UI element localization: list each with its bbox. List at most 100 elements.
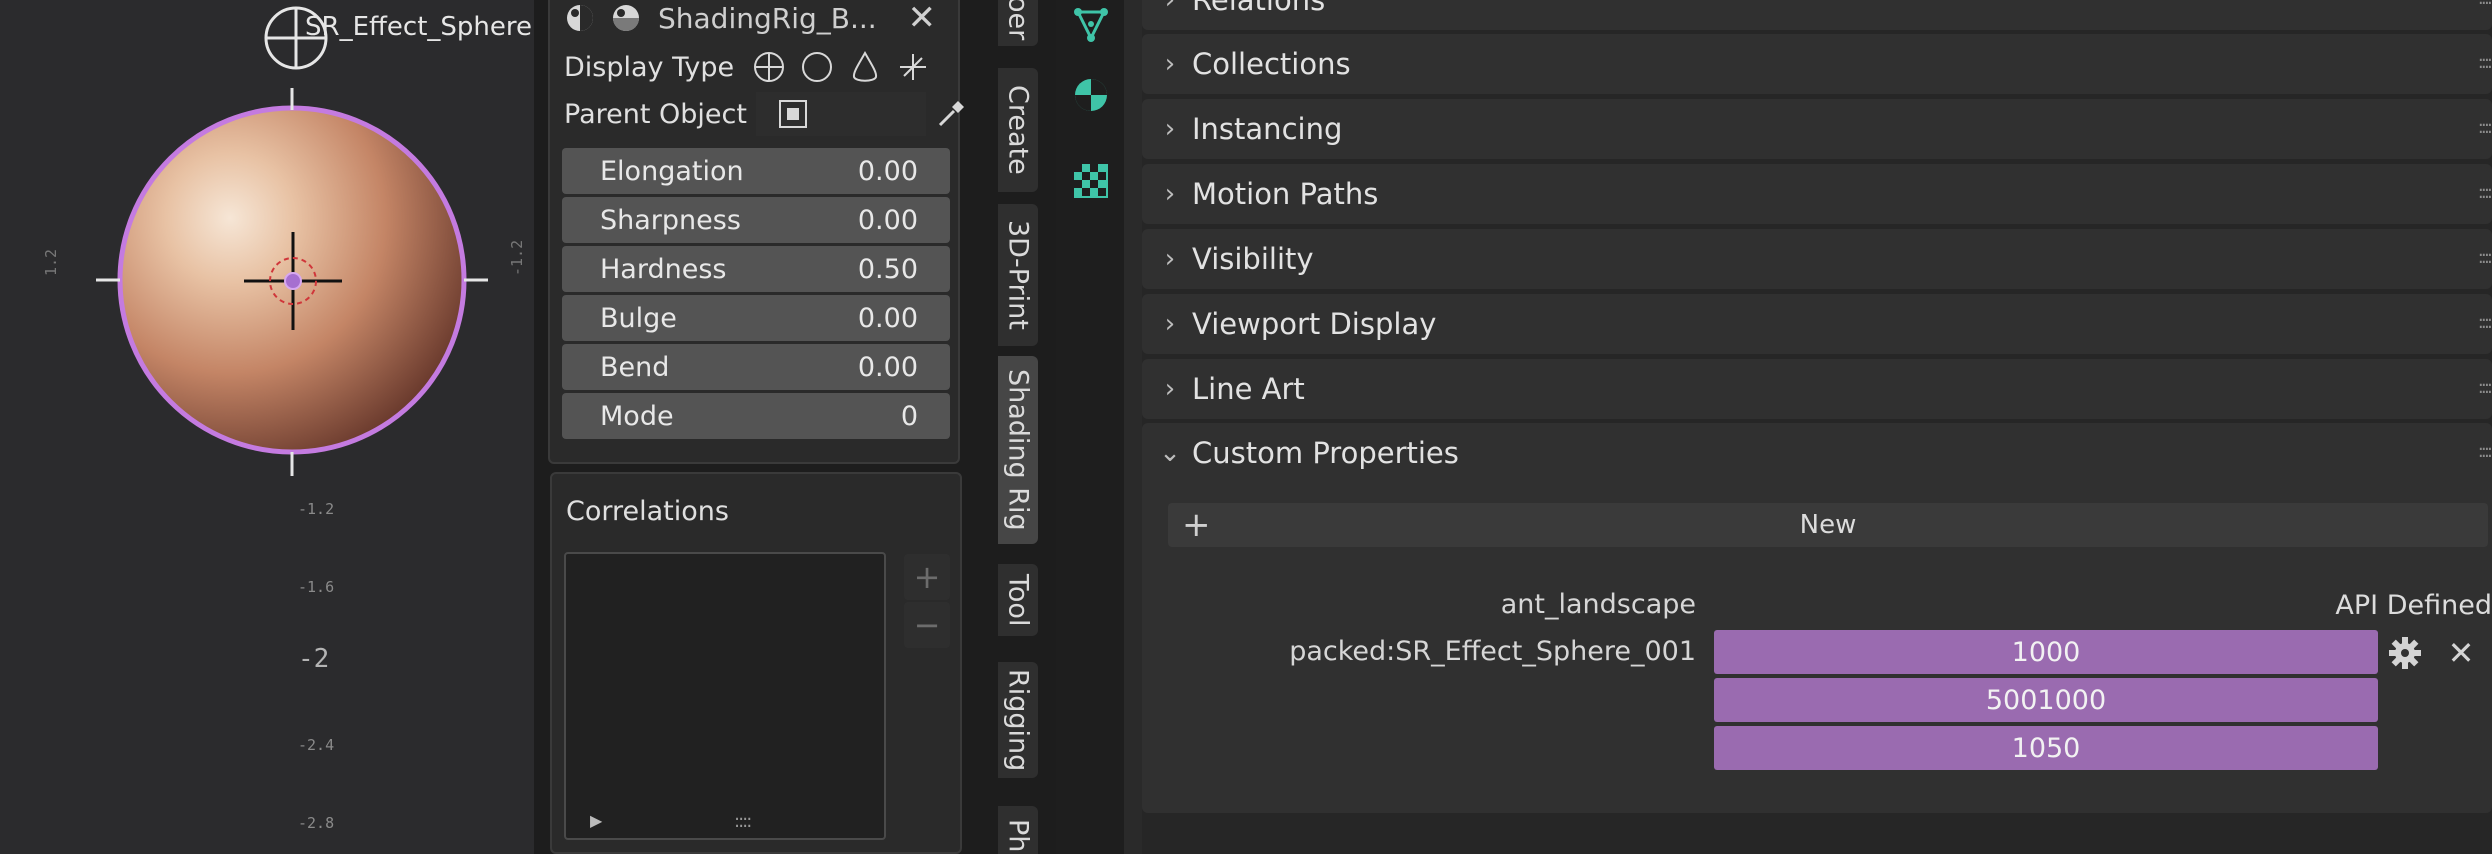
close-icon[interactable]: ✕ (2438, 630, 2484, 676)
remove-correlation-button[interactable]: − (904, 602, 950, 648)
field-label: Sharpness (600, 204, 741, 236)
field-value: 0.00 (857, 204, 918, 236)
chevron-right-icon: › (1164, 114, 1176, 144)
section-line-art[interactable]: › Line Art :::: (1142, 359, 2492, 419)
new-button-label: New (1799, 510, 1857, 540)
tab-physics[interactable]: Ph (998, 806, 1038, 854)
tab-create[interactable]: Create (998, 68, 1038, 192)
section-label: Visibility (1192, 242, 1314, 276)
play-icon[interactable]: ▶ (590, 811, 602, 830)
gear-icon[interactable] (2382, 630, 2428, 676)
tab-label: Create (1002, 85, 1034, 175)
section-relations[interactable]: › Relations :::: (1142, 0, 2492, 30)
tab-label: Ph (1002, 819, 1034, 853)
bulge-field[interactable]: Bulge 0.00 (562, 295, 950, 341)
sidebar-tab-strip: oer Create 3D-Print Shading Rig Tool Rig… (996, 0, 1042, 854)
add-correlation-button[interactable]: + (904, 554, 950, 600)
eyedropper-icon[interactable] (926, 92, 976, 136)
field-value: 0 (900, 400, 918, 432)
drag-grip-icon[interactable]: :::: (2478, 182, 2492, 203)
section-label: Collections (1192, 47, 1351, 81)
elongation-field[interactable]: Elongation 0.00 (562, 148, 950, 194)
section-label: Line Art (1192, 372, 1305, 406)
sphere-gizmo-drawing (96, 6, 488, 476)
drag-grip-icon[interactable]: :::: (2478, 52, 2492, 73)
section-label: Relations (1192, 0, 1326, 17)
mode-field[interactable]: Mode 0 (562, 393, 950, 439)
tab-label: Shading Rig (1002, 369, 1034, 531)
sharpness-field[interactable]: Sharpness 0.00 (562, 197, 950, 243)
section-label: Motion Paths (1192, 177, 1379, 211)
plain-axes-display-icon[interactable] (748, 46, 790, 88)
api-defined-value: API Defined (1714, 583, 2492, 627)
tab-label: 3D-Print (1002, 220, 1034, 330)
parent-object-label: Parent Object (564, 98, 747, 130)
property-name-label: packed:SR_Effect_Sphere_001 (1289, 636, 1696, 667)
custom-properties-header[interactable]: ⌄ Custom Properties :::: (1142, 423, 2492, 483)
circle-display-icon[interactable] (796, 46, 838, 88)
material-icon[interactable] (1072, 76, 1110, 114)
chevron-right-icon: › (1164, 374, 1176, 404)
tab-3d-print[interactable]: 3D-Print (998, 204, 1038, 346)
ruler-label: -2.8 (298, 814, 335, 832)
section-viewport-display[interactable]: › Viewport Display :::: (1142, 294, 2492, 354)
properties-tab-column (1056, 0, 1124, 854)
object-origin-dot (284, 272, 302, 290)
bend-field[interactable]: Bend 0.00 (562, 344, 950, 390)
texture-icon[interactable] (1072, 162, 1110, 200)
object-icon (779, 100, 807, 128)
chevron-right-icon: › (1164, 0, 1176, 15)
shading-sphere-icon[interactable] (610, 2, 642, 34)
tab-shading-rig[interactable]: Shading Rig (998, 356, 1038, 544)
chevron-down-icon: ⌄ (1159, 438, 1181, 468)
drag-grip-icon[interactable]: :::: (2478, 247, 2492, 268)
drag-grip-icon[interactable]: :::: (2478, 377, 2492, 398)
packed-value-field[interactable]: 1050 (1714, 726, 2378, 770)
drag-grip-icon[interactable]: :::: (2478, 312, 2492, 333)
correlations-panel: Correlations ▶ :::: + − (550, 472, 962, 854)
drag-grip-icon[interactable]: :::: (2478, 441, 2492, 462)
ruler-side-label: -1.2 (508, 239, 526, 276)
close-icon[interactable]: ✕ (908, 0, 937, 38)
correlations-list[interactable]: ▶ :::: (564, 552, 886, 840)
chevron-right-icon: › (1164, 49, 1176, 79)
packed-value-field[interactable]: 1000 (1714, 630, 2378, 674)
resize-grip-icon[interactable]: :::: (734, 811, 752, 832)
plus-icon: + (1182, 505, 1211, 545)
field-value: 0.50 (857, 253, 918, 285)
property-name-label: ant_landscape (1500, 589, 1696, 620)
new-property-button[interactable]: + New (1168, 503, 2488, 547)
field-label: Elongation (600, 155, 744, 187)
display-type-label: Display Type (564, 51, 735, 83)
3d-viewport[interactable]: SR_Effect_Sphere -1.2 -1.6 -2 -2.4 -2.8 … (0, 0, 534, 854)
section-label: Instancing (1192, 112, 1343, 146)
field-label: Bend (600, 351, 670, 383)
section-visibility[interactable]: › Visibility :::: (1142, 229, 2492, 289)
section-collections[interactable]: › Collections :::: (1142, 34, 2492, 94)
ruler-label: -2 (298, 644, 330, 674)
section-label: Viewport Display (1192, 307, 1437, 341)
field-value: 0.00 (857, 351, 918, 383)
api-defined-label: API Defined (2335, 589, 2492, 621)
cone-display-icon[interactable] (844, 46, 886, 88)
material-preview-icon[interactable] (564, 2, 596, 34)
tab-rigging[interactable]: Rigging (998, 662, 1038, 778)
drag-grip-icon[interactable]: :::: (2478, 117, 2492, 138)
object-data-icon[interactable] (1072, 6, 1110, 44)
section-instancing[interactable]: › Instancing :::: (1142, 99, 2492, 159)
tab-tool[interactable]: Tool (998, 564, 1038, 636)
ruler-label: -1.6 (298, 578, 335, 596)
field-label: Hardness (600, 253, 727, 285)
chevron-right-icon: › (1164, 244, 1176, 274)
parent-object-field[interactable] (756, 92, 926, 136)
ruler-label: -2.4 (298, 736, 335, 754)
drag-grip-icon[interactable]: :::: (2478, 0, 2492, 9)
tab-label: oer (1002, 0, 1034, 41)
section-custom-properties: ⌄ Custom Properties :::: + New ant_lands… (1142, 423, 2492, 813)
section-motion-paths[interactable]: › Motion Paths :::: (1142, 164, 2492, 224)
arrows-display-icon[interactable] (892, 46, 934, 88)
packed-value-field[interactable]: 5001000 (1714, 678, 2378, 722)
hardness-field[interactable]: Hardness 0.50 (562, 246, 950, 292)
tab-view[interactable]: oer (998, 0, 1038, 46)
field-label: Mode (600, 400, 674, 432)
